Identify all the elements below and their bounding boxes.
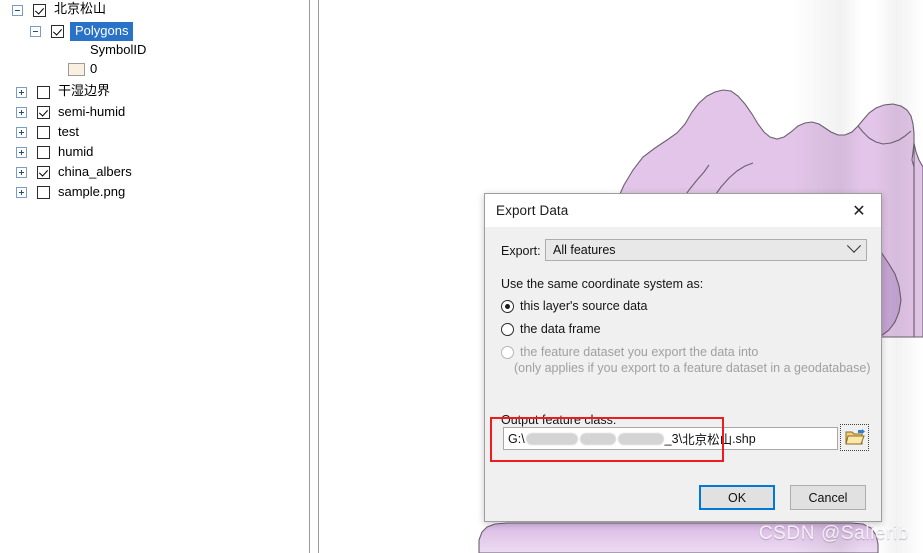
- radio-button-icon[interactable]: [501, 323, 514, 336]
- path-suffix-segment: _3\: [664, 431, 683, 446]
- toc-item-label: 干湿边界: [58, 84, 111, 99]
- toc-row-7[interactable]: sample.png: [16, 182, 125, 202]
- cancel-button[interactable]: Cancel: [790, 485, 866, 510]
- expander-plus-icon[interactable]: [16, 186, 27, 198]
- layer-visibility-checkbox[interactable]: [37, 125, 50, 139]
- polygon-feature-upper-right: [913, 142, 923, 338]
- layer-visibility-checkbox[interactable]: [51, 24, 64, 38]
- radio-note: (only applies if you export to a feature…: [514, 361, 871, 375]
- toc-row-2[interactable]: 干湿边界: [16, 82, 110, 102]
- radio-button-icon: [501, 346, 514, 359]
- browse-button[interactable]: [840, 424, 869, 451]
- expander-plus-icon[interactable]: [16, 166, 27, 178]
- radio-label: this layer's source data: [520, 299, 648, 313]
- radio-source-data[interactable]: this layer's source data: [501, 299, 647, 314]
- toc-row-6[interactable]: china_albers: [16, 162, 132, 182]
- layer-visibility-checkbox[interactable]: [37, 145, 50, 159]
- dialog-title: Export Data: [496, 203, 569, 218]
- symbol-value-label: 0: [90, 61, 98, 76]
- layer-visibility-checkbox[interactable]: [37, 105, 50, 119]
- layer-visibility-checkbox[interactable]: [37, 85, 50, 99]
- expander-minus-icon[interactable]: [30, 25, 41, 37]
- toc-item-label: 北京松山: [54, 2, 107, 17]
- toc-row-3[interactable]: semi-humid: [16, 102, 125, 122]
- close-icon[interactable]: ✕: [837, 195, 881, 227]
- export-field-label: Export:: [501, 244, 541, 258]
- toc-row-5[interactable]: humid: [16, 142, 93, 162]
- toc-item-label: semi-humid: [58, 104, 126, 119]
- folder-browse-icon: [844, 428, 865, 444]
- radio-data-frame[interactable]: the data frame: [501, 322, 601, 337]
- ok-button[interactable]: OK: [699, 485, 775, 510]
- output-feature-class-label: Output feature class:: [501, 413, 617, 427]
- polygon-feature-bottom: [478, 522, 879, 553]
- chevron-down-icon: [846, 238, 862, 253]
- expander-minus-icon[interactable]: [12, 4, 23, 16]
- path-filename: 北京松山: [682, 432, 733, 447]
- symbol-field-label: SymbolID: [90, 42, 147, 57]
- dialog-titlebar[interactable]: Export Data ✕: [485, 194, 881, 227]
- map-frame-left-border: [318, 0, 319, 553]
- table-of-contents-panel[interactable]: 北京松山 Polygons SymbolID 0 干湿边界 semi-humid…: [0, 0, 310, 553]
- toc-item-label: china_albers: [58, 164, 132, 179]
- export-type-dropdown[interactable]: All features: [545, 238, 867, 261]
- layer-visibility-checkbox[interactable]: [37, 185, 50, 199]
- path-extension: .shp: [732, 431, 756, 446]
- toc-item-label: humid: [58, 144, 94, 159]
- layer-visibility-checkbox[interactable]: [37, 165, 50, 179]
- radio-label: the feature dataset you export the data …: [520, 345, 759, 359]
- radio-feature-dataset: the feature dataset you export the data …: [501, 345, 870, 376]
- toc-item-label-selected[interactable]: Polygons: [70, 21, 134, 41]
- output-path-input[interactable]: G:\ _3\ 北京松山 .shp: [503, 427, 838, 450]
- coordinate-system-prompt: Use the same coordinate system as:: [501, 277, 704, 291]
- expander-plus-icon[interactable]: [16, 86, 27, 98]
- toc-row-0[interactable]: 北京松山: [12, 0, 106, 20]
- toc-row-1[interactable]: Polygons: [30, 21, 134, 41]
- redacted-path-segment-3: [617, 432, 664, 445]
- layer-visibility-checkbox[interactable]: [33, 3, 46, 17]
- redacted-path-segment-2: [579, 432, 616, 445]
- symbol-color-swatch[interactable]: [68, 63, 85, 76]
- expander-plus-icon[interactable]: [16, 126, 27, 138]
- expander-plus-icon[interactable]: [16, 106, 27, 118]
- path-prefix: G:\: [508, 431, 525, 446]
- radio-button-icon[interactable]: [501, 300, 514, 313]
- toc-row-4[interactable]: test: [16, 122, 79, 142]
- export-data-dialog[interactable]: Export Data ✕ Export: All features Use t…: [484, 193, 882, 522]
- radio-label: the data frame: [520, 322, 601, 336]
- dialog-body: Export: All features Use the same coordi…: [485, 227, 881, 522]
- toc-item-label: test: [58, 124, 79, 139]
- expander-plus-icon[interactable]: [16, 146, 27, 158]
- export-type-value: All features: [553, 243, 616, 257]
- redacted-path-segment-1: [525, 432, 578, 445]
- toc-item-label: sample.png: [58, 184, 126, 199]
